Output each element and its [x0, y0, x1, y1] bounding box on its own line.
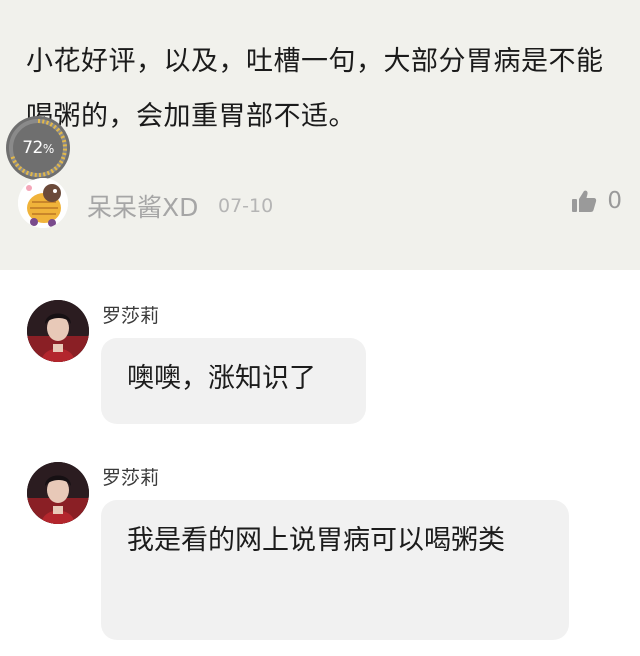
sender-name: 罗莎莉	[102, 467, 160, 489]
comment-card: 小花好评，以及，吐槽一句，大部分胃病是不能喝粥的，会加重胃部不适。 72% 呆呆…	[0, 0, 640, 270]
message-bubble[interactable]: 噢噢，涨知识了	[101, 338, 366, 424]
user-avatar[interactable]	[27, 462, 89, 524]
author-avatar[interactable]	[18, 178, 68, 228]
like-button[interactable]: 0	[571, 188, 622, 214]
comment-text: 小花好评，以及，吐槽一句，大部分胃病是不能喝粥的，会加重胃部不适。	[26, 46, 604, 132]
user-avatar-icon	[27, 462, 89, 524]
like-count: 0	[607, 188, 622, 214]
comment-date: 07-10	[218, 195, 274, 217]
progress-value: 72%	[22, 138, 54, 158]
author-name[interactable]: 呆呆酱XD	[87, 188, 198, 224]
thumbs-up-icon	[572, 190, 597, 212]
user-avatar[interactable]	[27, 300, 89, 362]
message-bubble[interactable]: 我是看的网上说胃病可以喝粥类	[101, 500, 569, 640]
sender-name: 罗莎莉	[102, 305, 160, 327]
user-avatar-icon	[27, 300, 89, 362]
reading-progress-badge[interactable]: 72%	[6, 116, 70, 180]
cartoon-avatar-icon	[18, 178, 68, 228]
